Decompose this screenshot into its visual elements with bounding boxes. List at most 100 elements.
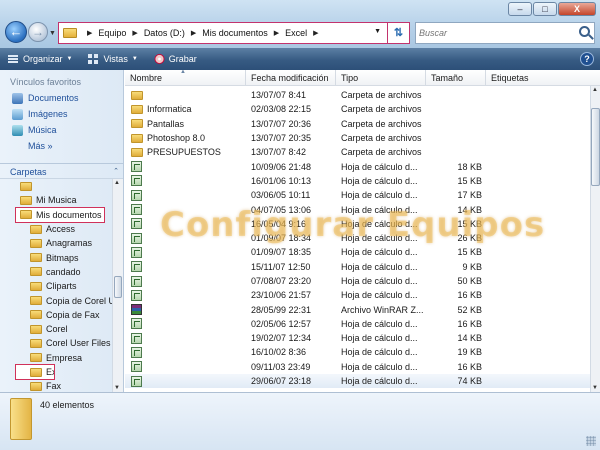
folder-tree-item[interactable]: Anagramas <box>0 236 112 250</box>
folder-icon <box>30 253 42 263</box>
folder-icon <box>30 353 42 363</box>
column-header-size[interactable]: Tamaño <box>426 70 486 85</box>
refresh-icon[interactable]: ⇅ <box>387 23 409 43</box>
breadcrumb-datos[interactable]: Datos (D:) <box>144 28 185 38</box>
column-header-date[interactable]: Fecha modificación <box>246 70 336 85</box>
maximize-button[interactable]: □ <box>533 2 557 16</box>
folder-tree-item[interactable]: Copia de Fax <box>0 308 112 322</box>
file-row[interactable]: Photoshop 8.0 13/07/07 20:35 Carpeta de ar… <box>125 131 590 145</box>
address-dropdown-icon[interactable]: ▼ <box>374 28 381 35</box>
close-button[interactable]: X <box>558 2 596 16</box>
chevron-right-icon[interactable]: ▶ <box>191 29 196 37</box>
file-type: Carpeta de archivos <box>341 118 422 129</box>
breadcrumb-excel[interactable]: Excel <box>285 28 307 38</box>
file-date: 16/01/06 10:13 <box>251 175 312 186</box>
file-row[interactable]: 29/06/07 23:18 Hoja de cálculo d... 74 KB <box>125 373 590 389</box>
file-row[interactable]: 15/11/07 12:50 Hoja de cálculo d... 9 KB <box>125 260 590 274</box>
breadcrumb-mis-documentos[interactable]: Mis documentos <box>202 28 268 38</box>
file-date: 07/08/07 23:20 <box>251 276 312 286</box>
excel-file-icon <box>131 361 142 373</box>
scroll-up-icon[interactable]: ▲ <box>592 87 598 93</box>
file-date: 16/10/02 8:36 <box>251 347 307 358</box>
folder-tree-item[interactable]: Empresa <box>0 351 112 365</box>
file-date: 13/07/07 20:36 <box>251 118 312 129</box>
file-name: Photoshop 8.0 <box>147 133 206 144</box>
scroll-up-icon[interactable]: ▲ <box>114 180 120 186</box>
resize-grip-icon[interactable] <box>586 436 596 446</box>
folder-tree-item[interactable]: Access <box>0 222 112 236</box>
folder-tree-item[interactable]: Corel <box>0 322 112 336</box>
folder-tree-item[interactable]: Fax <box>0 379 112 392</box>
folder-tree-item[interactable]: Excel <box>15 363 55 381</box>
file-row[interactable]: PRESUPUESTOS 13/07/07 8:42 Carpeta de arch… <box>125 145 590 159</box>
chevron-right-icon[interactable]: ▶ <box>313 29 318 37</box>
chevron-right-icon[interactable]: ▶ <box>132 29 137 37</box>
folder-tree-item[interactable]: Corel User Files <box>0 336 112 350</box>
file-row[interactable]: 07/08/07 23:20 Hoja de cálculo d... 50 KB <box>125 274 590 288</box>
file-type: Hoja de cálculo d... <box>341 333 418 344</box>
breadcrumb-equipo[interactable]: Equipo <box>98 28 126 38</box>
search-input[interactable] <box>416 28 566 38</box>
chevron-up-icon[interactable]: ⌃ <box>113 167 119 175</box>
file-row[interactable]: 19/02/07 12:34 Hoja de cálculo d... 14 KB <box>125 331 590 345</box>
chevron-right-icon[interactable]: ▶ <box>87 29 92 37</box>
organize-button[interactable]: Organizar ▼ <box>0 48 80 70</box>
file-row[interactable]: 13/07/07 8:41 Carpeta de archivos <box>125 88 590 102</box>
folder-tree-item[interactable]: Copia de Corel U <box>0 293 112 307</box>
file-row[interactable]: 04/07/05 13:06 Hoja de cálculo d... 14 KB <box>125 202 590 216</box>
file-size: 15 KB <box>457 175 482 186</box>
search-box[interactable] <box>415 22 595 44</box>
folder-tree-item[interactable]: Cliparts <box>0 279 112 293</box>
chevron-down-icon: ▼ <box>66 56 73 62</box>
folder-tree-item[interactable]: Bitmaps <box>0 250 112 264</box>
file-size: 14 KB <box>457 204 482 215</box>
forward-arrow-icon[interactable]: → <box>28 22 48 42</box>
file-list-scrollbar[interactable]: ▲ ▼ <box>590 86 600 392</box>
more-links[interactable]: Más » <box>0 138 123 154</box>
folder-icon <box>30 281 42 291</box>
column-header-type[interactable]: Tipo <box>336 70 426 85</box>
file-size: 15 KB <box>457 218 482 229</box>
folder-tree-item[interactable] <box>0 179 112 193</box>
file-row[interactable]: Informatica 02/03/08 22:15 Carpeta de arch… <box>125 102 590 116</box>
scroll-down-icon[interactable]: ▼ <box>114 385 120 391</box>
views-button[interactable]: Vistas ▼ <box>80 48 145 70</box>
chevron-right-icon[interactable]: ▶ <box>274 29 279 37</box>
file-row[interactable]: 28/05/99 22:31 Archivo WinRAR Z... 52 KB <box>125 302 590 316</box>
file-row[interactable]: Pantallas 13/07/07 20:36 Carpeta de archiv… <box>125 117 590 131</box>
file-row[interactable]: 10/09/06 21:48 Hoja de cálculo d... 18 KB <box>125 159 590 173</box>
file-row[interactable]: 09/11/03 23:49 Hoja de cálculo d... 16 KB <box>125 360 590 374</box>
file-rows: 13/07/07 8:41 Carpeta de archivos Informat… <box>125 88 590 389</box>
favorite-link-musica[interactable]: Música <box>0 122 123 138</box>
file-row[interactable]: 01/09/07 18:34 Hoja de cálculo d... 26 KB <box>125 231 590 245</box>
folders-header[interactable]: Carpetas ⌃ <box>0 163 123 179</box>
file-row[interactable]: 03/06/05 10:11 Hoja de cálculo d... 17 KB <box>125 188 590 202</box>
pictures-icon <box>12 108 23 120</box>
favorite-link-imagenes[interactable]: Imágenes <box>0 106 123 122</box>
file-date: 04/07/05 13:06 <box>251 204 312 215</box>
recent-pages-dropdown-icon[interactable]: ▼ <box>49 30 56 37</box>
folder-tree-item[interactable]: Mi Musica <box>0 193 112 207</box>
folder-tree-item[interactable]: candado <box>0 265 112 279</box>
search-icon[interactable] <box>579 26 590 37</box>
address-bar[interactable]: ▶ Equipo ▶ Datos (D:) ▶ Mis documentos ▶… <box>58 22 410 44</box>
folder-tree-scrollbar[interactable]: ▲ ▼ <box>112 179 123 392</box>
help-icon[interactable]: ? <box>580 52 594 66</box>
file-row[interactable]: 23/10/06 21:57 Hoja de cálculo d... 16 KB <box>125 288 590 302</box>
scrollbar-thumb[interactable] <box>591 108 600 186</box>
burn-button[interactable]: Grabar <box>146 48 205 70</box>
column-header-name[interactable]: ▲ Nombre <box>125 70 246 85</box>
minimize-button[interactable]: – <box>508 2 532 16</box>
file-row[interactable]: 16/01/06 10:13 Hoja de cálculo d... 15 KB <box>125 174 590 188</box>
favorite-link-documentos[interactable]: Documentos <box>0 90 123 106</box>
file-row[interactable]: 01/09/07 18:35 Hoja de cálculo d... 15 KB <box>125 245 590 259</box>
scrollbar-thumb[interactable] <box>114 276 122 298</box>
scroll-down-icon[interactable]: ▼ <box>592 385 598 391</box>
back-arrow-icon[interactable]: ← <box>5 21 27 43</box>
column-header-tags[interactable]: Etiquetas <box>486 70 546 85</box>
file-row[interactable]: 16/05/04 9:16 Hoja de cálculo d... 15 KB <box>125 217 590 231</box>
file-type: Hoja de cálculo d... <box>341 290 418 301</box>
file-row[interactable]: 16/10/02 8:36 Hoja de cálculo d... 19 KB <box>125 345 590 359</box>
folder-tree-item[interactable]: Mis documentos <box>15 206 105 223</box>
file-row[interactable]: 02/05/06 12:57 Hoja de cálculo d... 16 KB <box>125 317 590 331</box>
